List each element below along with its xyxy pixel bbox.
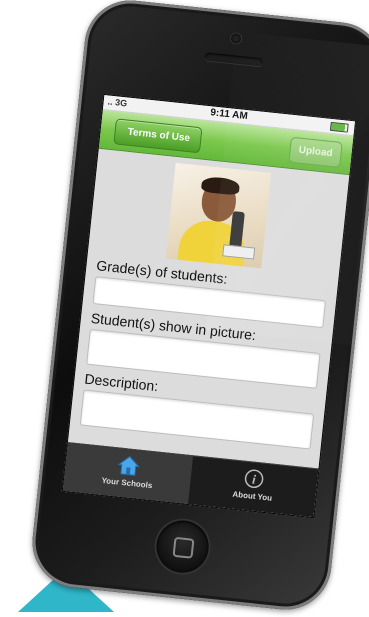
student-photo[interactable] bbox=[165, 162, 272, 269]
home-square-icon bbox=[172, 536, 195, 559]
tab-your-schools[interactable]: Your Schools bbox=[62, 443, 194, 505]
house-icon bbox=[117, 455, 140, 476]
home-button[interactable] bbox=[154, 518, 212, 576]
earpiece-speaker bbox=[204, 52, 264, 67]
battery-icon bbox=[329, 121, 349, 133]
app-screen: .. 3G 9:11 AM Terms of Use Upload Grade(… bbox=[61, 93, 357, 519]
svg-text:i: i bbox=[251, 472, 257, 487]
info-icon: i bbox=[244, 469, 264, 489]
terms-of-use-back-button[interactable]: Terms of Use bbox=[113, 118, 203, 154]
iphone-device: .. 3G 9:11 AM Terms of Use Upload Grade(… bbox=[27, 0, 369, 615]
upload-form: Grade(s) of students: Student(s) show in… bbox=[70, 149, 350, 451]
front-camera bbox=[230, 32, 242, 44]
tab-about-you[interactable]: i About You bbox=[188, 456, 318, 517]
tab-bar: Your Schools i About You bbox=[62, 442, 319, 518]
upload-button[interactable]: Upload bbox=[288, 136, 343, 169]
